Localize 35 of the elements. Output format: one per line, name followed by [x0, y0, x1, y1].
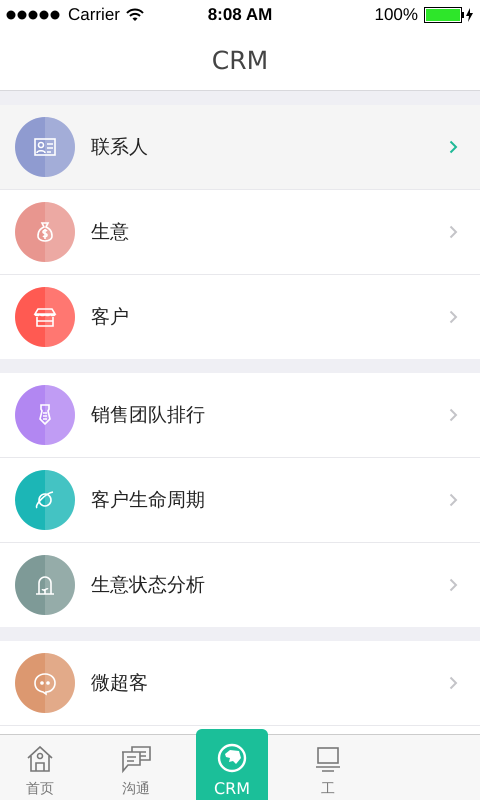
globe-icon: [217, 743, 247, 773]
chevron-icon: [449, 578, 458, 592]
chevron-icon: [449, 408, 458, 422]
menu-label: 销售团队排行: [91, 403, 206, 428]
menu-label: 客户生命周期: [91, 488, 206, 513]
menu-item[interactable]: 微超客: [0, 641, 480, 725]
menu-label: 生意: [91, 220, 130, 245]
screen-title: CRM: [212, 46, 268, 74]
carrier-name: Carrier: [68, 5, 120, 25]
tab-button[interactable]: 沟通: [100, 735, 172, 800]
tab-button[interactable]: 首页: [4, 735, 76, 800]
chat-icon: [120, 744, 152, 774]
battery-percent: 100%: [374, 5, 418, 25]
menu-label: 微超客: [91, 671, 149, 696]
menu-item[interactable]: 联系人: [0, 105, 480, 190]
menu-label: 联系人: [91, 135, 149, 160]
clock-time: 8:08 AM: [208, 5, 272, 25]
menu-item[interactable]: 客户生命周期: [0, 458, 480, 543]
chevron-icon: [449, 310, 458, 324]
chevron-icon: [449, 676, 458, 690]
home-icon: [25, 744, 55, 774]
menu-label: 客户: [91, 305, 130, 330]
battery-icon: [424, 7, 474, 23]
menu-item[interactable]: 生意状态分析: [0, 543, 480, 627]
monitor-icon: [313, 744, 343, 774]
menu-item[interactable]: 客户: [0, 275, 480, 359]
chevron-icon: [449, 225, 458, 239]
menu-label: 生意状态分析: [91, 573, 206, 598]
chevron-icon: [449, 493, 458, 507]
menu-item[interactable]: 销售团队排行: [0, 373, 480, 458]
wifi-icon: [126, 8, 144, 22]
menu-item[interactable]: 生意: [0, 190, 480, 275]
chevron-icon: [449, 140, 458, 154]
signal-icon: [6, 10, 62, 20]
tab-button[interactable]: 工: [292, 735, 364, 800]
